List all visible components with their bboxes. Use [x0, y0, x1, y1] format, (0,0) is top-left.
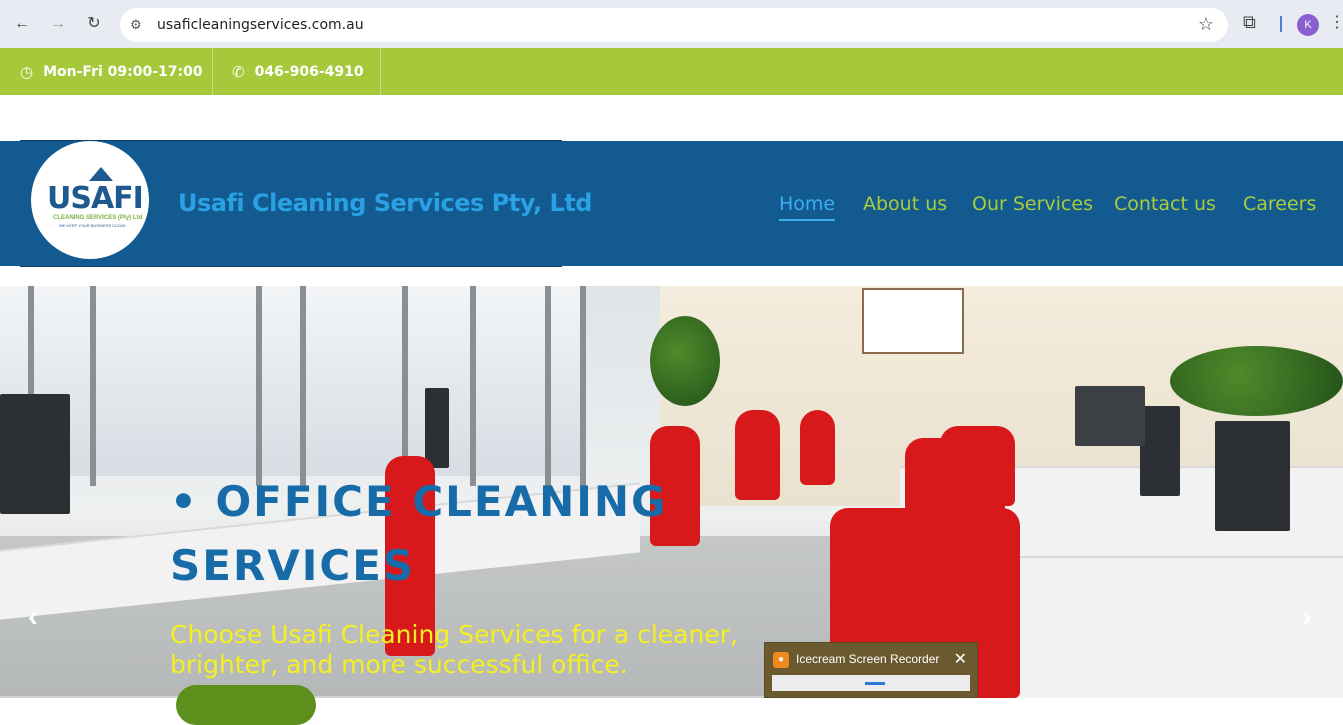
- hours-info: ◷ Mon-Fri 09:00-17:00: [20, 48, 203, 95]
- phone-icon: ✆: [232, 62, 245, 81]
- nav-about-us[interactable]: About us: [863, 193, 947, 215]
- red-chair-image: [735, 410, 780, 500]
- office-window: [0, 286, 580, 476]
- clock-icon: ◷: [20, 62, 34, 81]
- logo-sub-text: CLEANING SERVICES (Pty) Ltd: [53, 215, 143, 221]
- window-frame: [580, 286, 586, 486]
- recorder-progress-indicator: [865, 682, 885, 685]
- logo-main-text: USAFI: [47, 181, 144, 216]
- plant-image: [650, 316, 720, 406]
- whiteboard-image: [862, 288, 964, 354]
- phone-text[interactable]: 046-906-4910: [255, 64, 364, 80]
- nav-careers[interactable]: Careers: [1243, 193, 1316, 215]
- chevron-left-icon[interactable]: ‹: [28, 600, 38, 634]
- toolbar-divider: [1280, 16, 1282, 32]
- recorder-title: Icecream Screen Recorder: [796, 652, 940, 666]
- logo-house-icon: [89, 167, 113, 181]
- topbar-divider: [212, 48, 213, 95]
- back-icon[interactable]: ←: [12, 14, 32, 34]
- hero-subtitle: Choose Usafi Cleaning Services for a cle…: [170, 620, 738, 679]
- monitor-image: [1140, 406, 1180, 496]
- bookmark-star-icon[interactable]: ☆: [1198, 14, 1214, 35]
- close-icon[interactable]: ✕: [954, 649, 967, 669]
- more-menu-icon[interactable]: ⋮: [1329, 12, 1343, 32]
- contact-bar: ◷ Mon-Fri 09:00-17:00 ✆ 046-906-4910: [0, 48, 1343, 95]
- window-frame: [300, 286, 306, 486]
- phone-info[interactable]: ✆ 046-906-4910: [232, 48, 364, 95]
- url-text[interactable]: usaficleaningservices.com.au: [157, 17, 364, 33]
- hero-title: • OFFICE CLEANING SERVICES: [170, 477, 668, 590]
- monitor-image: [0, 394, 70, 514]
- hours-text: Mon-Fri 09:00-17:00: [43, 63, 203, 80]
- red-chair-image: [800, 410, 835, 485]
- site-info-icon[interactable]: ⚙: [130, 17, 146, 33]
- hero-cta-button[interactable]: [176, 685, 316, 725]
- nav-our-services[interactable]: Our Services: [972, 193, 1093, 215]
- plant-image: [1170, 346, 1343, 416]
- company-name[interactable]: Usafi Cleaning Services Pty, Ltd: [178, 189, 592, 217]
- nav-home[interactable]: Home: [779, 193, 836, 221]
- profile-avatar[interactable]: K: [1297, 14, 1319, 36]
- monitor-image: [1215, 421, 1290, 531]
- monitor-image: [425, 388, 449, 468]
- reload-icon[interactable]: ↻: [84, 14, 104, 34]
- chevron-right-icon[interactable]: ›: [1302, 600, 1312, 634]
- window-frame: [545, 286, 551, 486]
- window-frame: [90, 286, 96, 486]
- logo-tagline: WE KEEP YOUR BUSINESS CLEAN: [59, 223, 126, 228]
- extensions-icon[interactable]: ⧉: [1243, 12, 1256, 33]
- address-bar[interactable]: ⚙ usaficleaningservices.com.au ☆: [120, 8, 1228, 42]
- forward-icon[interactable]: →: [48, 14, 68, 34]
- browser-toolbar: ← → ↻ ⚙ usaficleaningservices.com.au ☆ ⧉…: [0, 0, 1343, 48]
- office-desk: [1000, 556, 1343, 698]
- window-frame: [256, 286, 262, 486]
- screen-recorder-widget[interactable]: ● Icecream Screen Recorder ✕: [764, 642, 978, 698]
- nav-contact-us[interactable]: Contact us: [1114, 193, 1216, 215]
- printer-image: [1075, 386, 1145, 446]
- company-logo[interactable]: USAFI CLEANING SERVICES (Pty) Ltd WE KEE…: [31, 141, 149, 259]
- window-frame: [470, 286, 476, 486]
- recorder-progress-bar: [772, 675, 970, 691]
- red-chair-image: [905, 438, 1005, 518]
- topbar-divider: [380, 48, 381, 95]
- recorder-icon: ●: [773, 652, 789, 668]
